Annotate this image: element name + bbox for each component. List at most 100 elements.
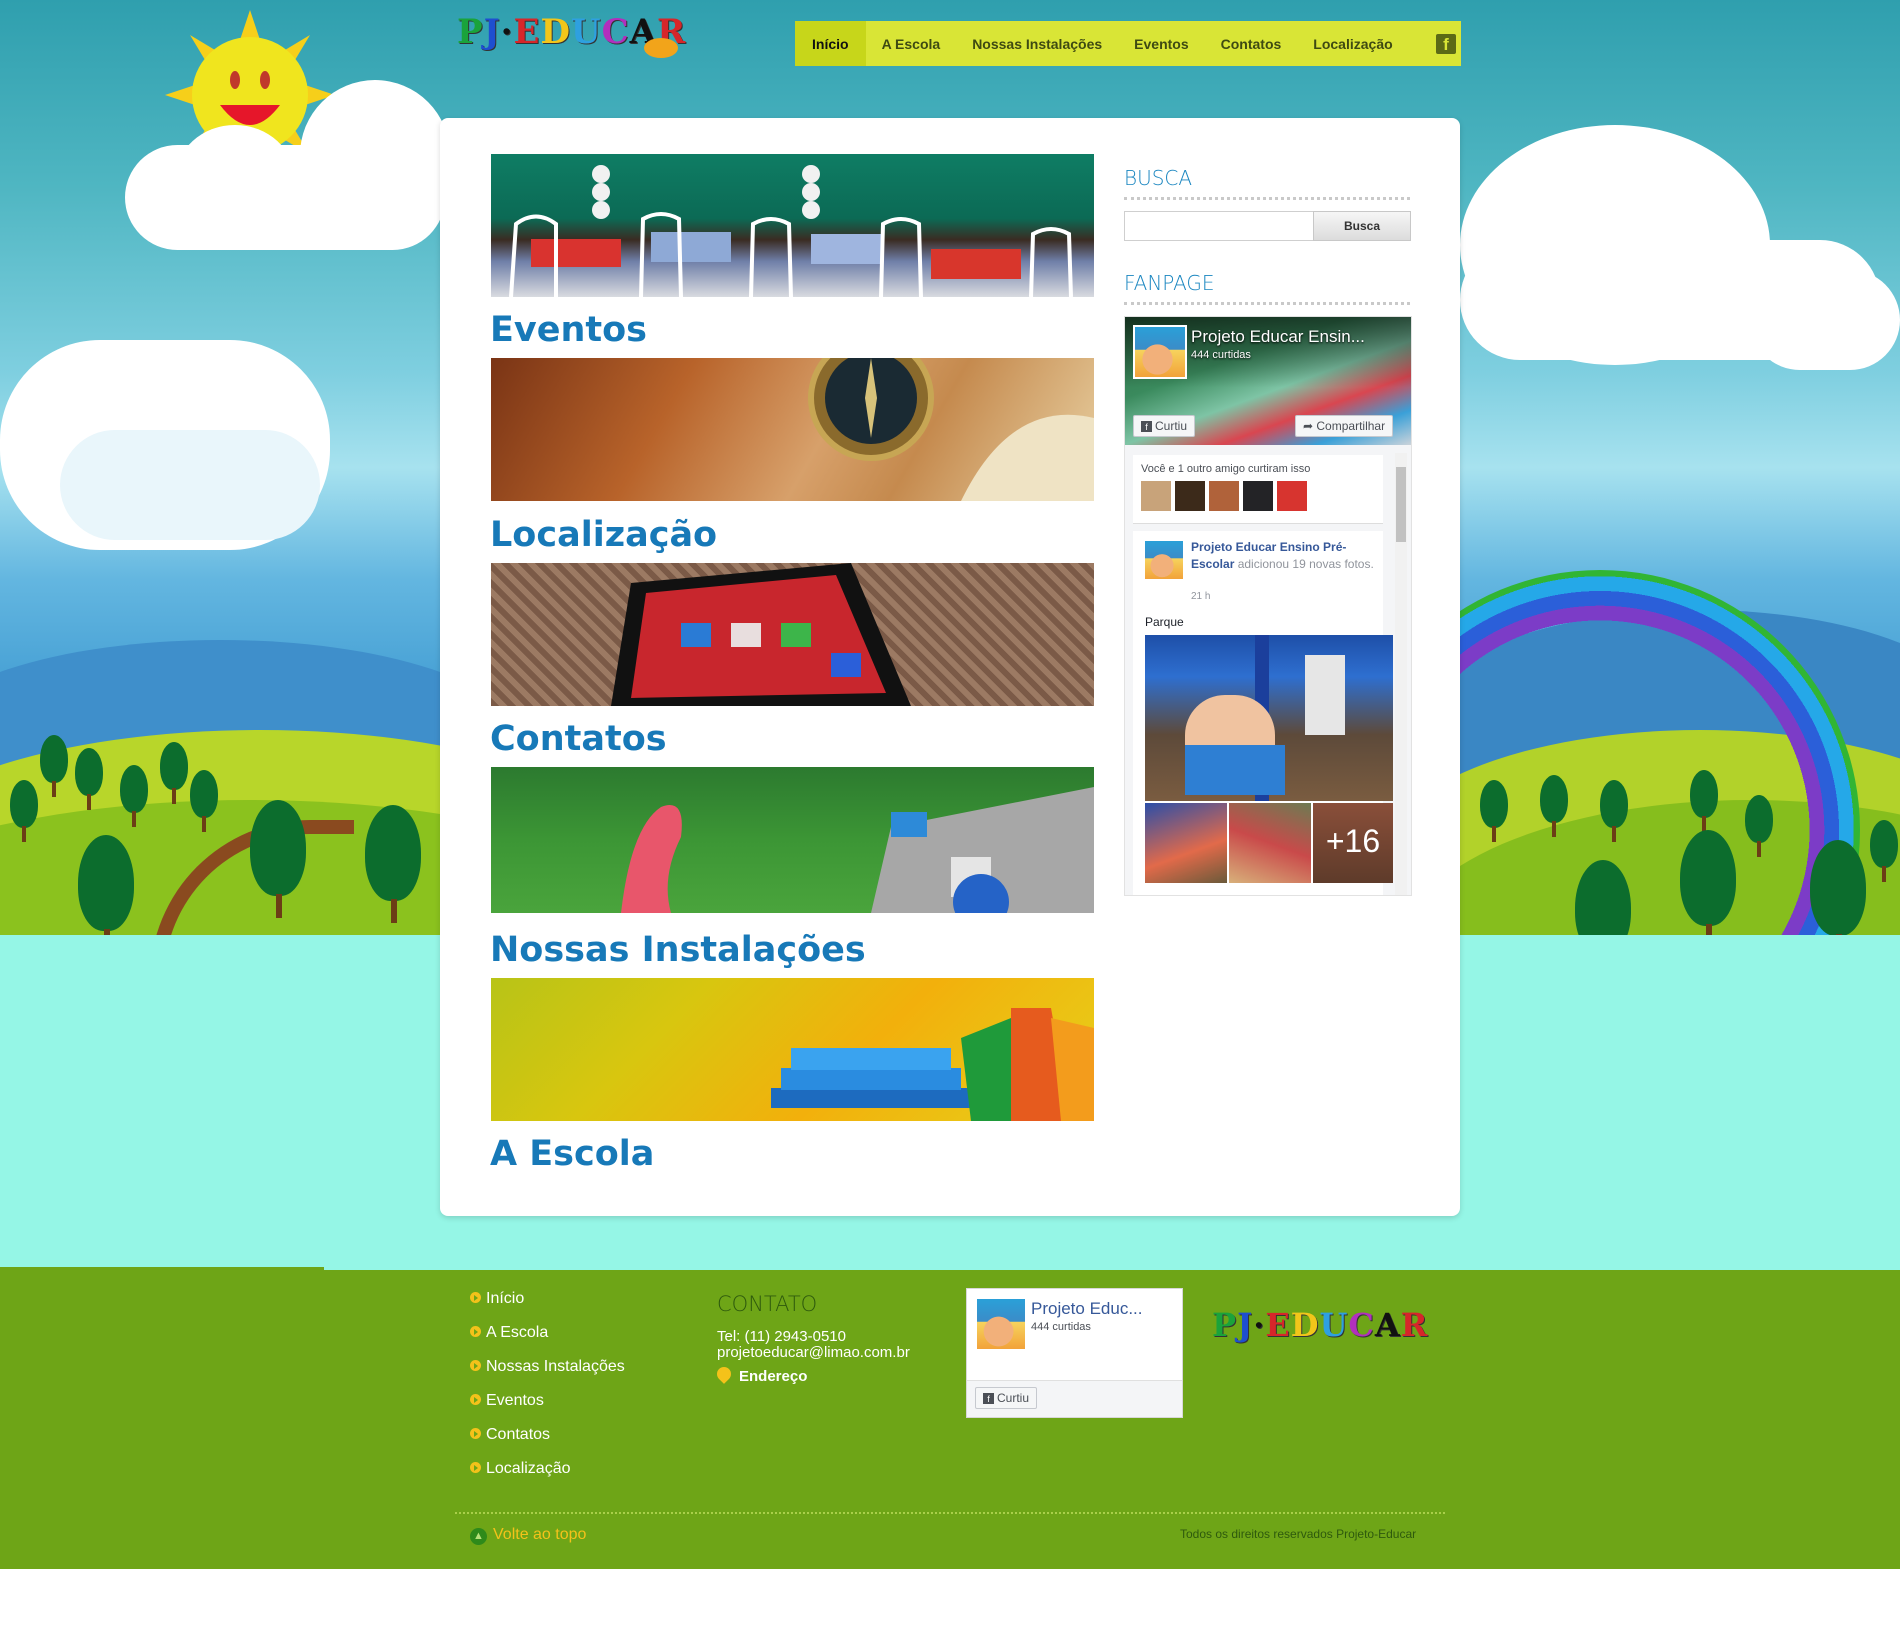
search-button[interactable]: Busca	[1313, 211, 1411, 241]
tree	[1870, 820, 1898, 882]
post-author-avatar[interactable]	[1143, 539, 1185, 581]
section-title-a-escola[interactable]: A Escola	[490, 1134, 654, 1174]
divider	[1124, 302, 1410, 305]
contact-phone: Tel: (11) 2943-0510	[717, 1328, 846, 1345]
arrow-bullet-icon	[470, 1360, 481, 1371]
tree	[1690, 770, 1718, 832]
arrow-bullet-icon	[470, 1462, 481, 1473]
liked-label: Curtiu	[997, 1391, 1030, 1405]
section-title-nossas-instalacoes[interactable]: Nossas Instalações	[490, 930, 866, 970]
footer-link-localizacao[interactable]: Localização	[470, 1460, 571, 1478]
arrow-up-icon: ▲	[470, 1528, 487, 1545]
tree	[1680, 830, 1736, 935]
footer-link-label: Eventos	[486, 1392, 544, 1409]
friend-avatar[interactable]	[1141, 481, 1171, 511]
back-to-top-link[interactable]: ▲ Volte ao topo	[470, 1526, 586, 1545]
post-card: Projeto Educar Ensino Pré-Escolar adicio…	[1133, 531, 1393, 895]
facebook-icon: f	[983, 1393, 994, 1404]
section-title-localizacao[interactable]: Localização	[490, 515, 717, 555]
friend-avatar[interactable]	[1175, 481, 1205, 511]
fanpage-share-button[interactable]: ➦ Compartilhar	[1295, 415, 1394, 437]
contact-address[interactable]: Endereço	[714, 1364, 808, 1385]
fanpage-avatar[interactable]	[1133, 325, 1187, 379]
nav-item-nossas-instalacoes[interactable]: Nossas Instalações	[956, 21, 1118, 66]
section-title-contatos[interactable]: Contatos	[490, 719, 667, 759]
fanpage-heading: FANPAGE	[1124, 271, 1215, 295]
share-icon: ➦	[1303, 419, 1317, 433]
tree	[78, 835, 134, 935]
arrow-bullet-icon	[470, 1292, 481, 1303]
arrow-bullet-icon	[470, 1428, 481, 1439]
tree	[1810, 840, 1866, 935]
post-caption: Parque	[1145, 615, 1184, 629]
fanpage-scrollbar[interactable]	[1395, 453, 1407, 895]
footer-link-label: Início	[486, 1290, 525, 1307]
main-nav: Início A Escola Nossas Instalações Event…	[795, 21, 1461, 66]
footer-divider	[455, 1512, 1445, 1514]
facebook-icon: f	[1141, 421, 1152, 432]
nav-item-localizacao[interactable]: Localização	[1297, 21, 1408, 66]
facebook-fanpage-widget: Projeto Educar Ensin... 444 curtidas f Cu…	[1124, 316, 1412, 896]
footer-link-label: Localização	[486, 1460, 571, 1477]
nav-item-eventos[interactable]: Eventos	[1118, 21, 1204, 66]
footer-link-eventos[interactable]: Eventos	[470, 1392, 544, 1410]
footer-link-nossas-instalacoes[interactable]: Nossas Instalações	[470, 1358, 625, 1376]
tree	[1745, 795, 1773, 857]
tree	[1480, 780, 1508, 842]
divider	[1124, 197, 1410, 200]
eventos-banner-image[interactable]	[491, 154, 1094, 297]
map-pin-icon	[714, 1364, 734, 1384]
localizacao-banner-image[interactable]	[491, 358, 1094, 501]
section-title-eventos[interactable]: Eventos	[490, 310, 647, 350]
more-photos-count: +16	[1325, 823, 1381, 859]
address-label: Endereço	[739, 1368, 808, 1385]
scrollbar-thumb[interactable]	[1396, 467, 1406, 542]
footer-logo[interactable]: PJ·EDUCAR	[1212, 1306, 1428, 1344]
friends-box: Você e 1 outro amigo curtiram isso	[1133, 455, 1383, 524]
fanpage-likes: 444 curtidas	[1191, 349, 1251, 361]
contatos-banner-image[interactable]	[491, 563, 1094, 706]
tree	[1540, 775, 1568, 837]
post-thumb-photo[interactable]	[1145, 803, 1227, 883]
tree	[120, 765, 148, 827]
contact-heading: CONTATO	[717, 1292, 818, 1316]
tree	[75, 748, 103, 810]
tree	[40, 735, 68, 797]
friend-avatar[interactable]	[1209, 481, 1239, 511]
footer-fanpage-name[interactable]: Projeto Educ...	[1031, 1299, 1143, 1319]
instalacoes-banner-image[interactable]	[491, 767, 1094, 913]
post-thumb-more[interactable]: +16	[1313, 803, 1393, 883]
footer	[0, 1267, 1900, 1569]
footer-liked-button[interactable]: f Curtiu	[975, 1387, 1038, 1409]
tree	[250, 800, 306, 918]
fanpage-name[interactable]: Projeto Educar Ensin...	[1191, 327, 1365, 347]
tree	[365, 805, 421, 923]
post-main-photo[interactable]	[1145, 635, 1393, 801]
footer-facebook-widget: Projeto Educ... 444 curtidas f Curtiu	[966, 1288, 1183, 1418]
a-escola-banner-image[interactable]	[491, 978, 1094, 1121]
fanpage-liked-button[interactable]: f Curtiu	[1133, 415, 1196, 437]
post-time[interactable]: 21 h	[1191, 591, 1210, 602]
facebook-icon[interactable]: f	[1436, 33, 1456, 54]
footer-link-label: A Escola	[486, 1324, 549, 1341]
tree	[160, 742, 188, 804]
post-action: adicionou 19 novas fotos.	[1237, 557, 1374, 571]
footer-link-inicio[interactable]: Início	[470, 1290, 524, 1308]
search-input[interactable]	[1124, 211, 1318, 241]
friend-avatar[interactable]	[1277, 481, 1307, 511]
footer-link-label: Nossas Instalações	[486, 1358, 625, 1375]
tree	[190, 770, 218, 832]
footer-link-contatos[interactable]: Contatos	[470, 1426, 550, 1444]
share-label: Compartilhar	[1316, 419, 1386, 433]
footer-link-label: Contatos	[486, 1426, 551, 1443]
nav-item-a-escola[interactable]: A Escola	[866, 21, 957, 66]
nav-item-inicio[interactable]: Início	[795, 21, 866, 66]
liked-label: Curtiu	[1155, 419, 1188, 433]
friend-avatar[interactable]	[1243, 481, 1273, 511]
post-thumb-photo[interactable]	[1229, 803, 1311, 883]
footer-fanpage-avatar[interactable]	[975, 1297, 1027, 1351]
contact-email[interactable]: projetoeducar@limao.com.br	[717, 1344, 910, 1361]
nav-item-contatos[interactable]: Contatos	[1205, 21, 1298, 66]
footer-link-a-escola[interactable]: A Escola	[470, 1324, 548, 1342]
palette-icon	[644, 38, 678, 58]
